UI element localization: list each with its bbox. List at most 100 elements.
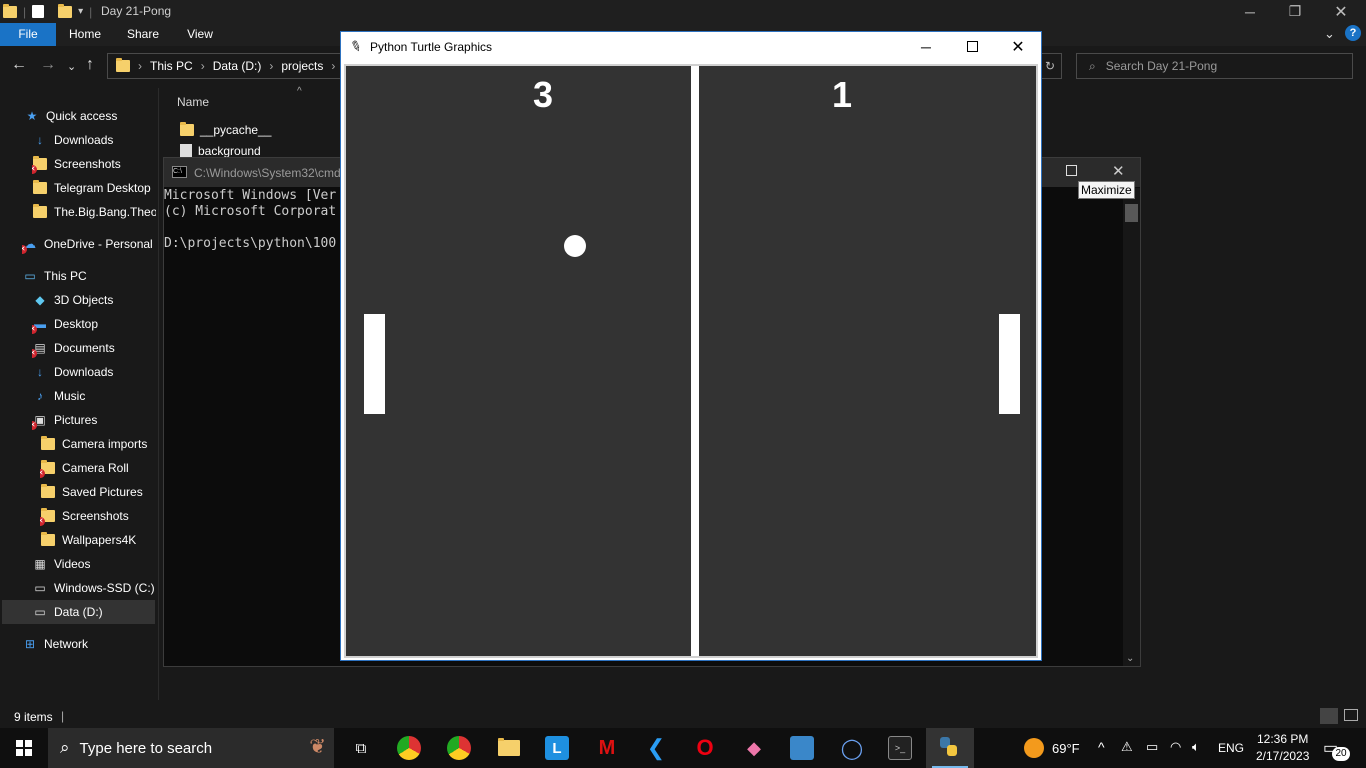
l-app-icon[interactable]: L [545,736,569,760]
minimize-button[interactable]: ─ [1227,0,1273,23]
nav-item-onedrive[interactable]: ☁ ✕ OneDrive - Personal [22,232,153,256]
breadcrumb-this-pc[interactable]: This PC [150,59,193,73]
back-arrow-icon[interactable]: ← [11,56,27,74]
folder-icon: ✕ [40,508,56,526]
nav-item-videos[interactable]: ▦ Videos [32,552,90,576]
nav-item-telegram[interactable]: Telegram Desktop [32,176,151,200]
tab-home[interactable]: Home [60,23,110,46]
language-indicator[interactable]: ENG [1218,741,1244,755]
clock-time[interactable]: 12:36 PM [1257,732,1308,746]
document-icon: ▤ ✕ [32,340,48,358]
signal-icon[interactable]: ◯ [839,736,865,760]
photos-icon[interactable] [790,736,814,760]
expand-ribbon-icon[interactable]: ⌄ [1324,26,1335,42]
nav-item-camera-roll[interactable]: ✕ Camera Roll [40,456,129,480]
taskbar-search-input[interactable]: ⌕ Type here to search ❦ [48,728,334,768]
cmd-scrollbar[interactable]: ⌄ [1123,188,1140,666]
maximize-button[interactable] [949,32,995,61]
nav-item-downloads-pc[interactable]: ↓ Downloads [32,360,113,384]
close-button[interactable]: ✕ [995,32,1041,61]
breadcrumb-separator: › [331,59,336,73]
close-button[interactable]: ✕ [1318,0,1364,23]
show-hidden-icons-icon[interactable]: ^ [1098,739,1105,755]
file-explorer-icon[interactable] [496,736,522,760]
notification-app-icon[interactable]: ⚠ [1121,739,1133,755]
restore-button[interactable]: ❐ [1272,0,1318,23]
computer-icon: ▭ [24,269,36,283]
clock-date[interactable]: 2/17/2023 [1256,749,1309,763]
game-canvas[interactable]: 3 1 [344,64,1038,658]
nav-item-pictures[interactable]: ▣ ✕ Pictures [32,408,97,432]
search-placeholder: Search Day 21-Pong [1105,59,1218,73]
breadcrumb-separator: › [200,59,205,73]
maximize-icon[interactable] [1066,165,1077,176]
breadcrumb-data-d[interactable]: Data (D:) [213,59,262,73]
search-input[interactable]: ⌕ Search Day 21-Pong [1076,53,1353,79]
nav-item-documents[interactable]: ▤ ✕ Documents [32,336,115,360]
explorer-window-title: Day 21-Pong [101,4,172,18]
recent-locations-icon[interactable]: ⌄ [67,60,76,73]
folder-icon [40,532,56,548]
nav-item-music[interactable]: ♪ Music [32,384,85,408]
help-icon[interactable]: ? [1345,25,1361,41]
up-arrow-icon[interactable]: ↑ [86,56,94,74]
nav-item-desktop[interactable]: ▬ ✕ Desktop [32,312,98,336]
mcafee-icon[interactable]: M [594,736,620,760]
nav-item-bigbang[interactable]: The.Big.Bang.Theor [32,200,156,224]
folder-icon: ✕ [40,460,56,478]
tab-file[interactable]: File [0,23,56,46]
pane-divider[interactable] [158,88,159,700]
refresh-icon[interactable]: ↻ [1045,59,1055,73]
battery-icon[interactable]: ▭ [1146,739,1158,755]
task-view-icon[interactable]: ⧉ [348,736,374,760]
nav-item-3d-objects[interactable]: ◆ 3D Objects [32,288,113,312]
nav-item-windows-ssd[interactable]: ▭ Windows-SSD (C:) [32,576,154,600]
windows-start-icon[interactable] [16,740,32,756]
forward-arrow-icon[interactable]: → [40,56,56,74]
nav-item-wallpapers[interactable]: Wallpapers4K [40,528,136,552]
customize-toolbar-icon[interactable]: ▾ [78,6,83,17]
chrome-profile-icon[interactable] [447,736,471,760]
right-score: 1 [831,74,853,115]
large-icons-view-icon[interactable] [1344,709,1358,721]
minimize-button[interactable]: ─ [903,32,949,61]
properties-icon[interactable] [32,5,45,18]
nav-label: Data (D:) [54,605,103,619]
volume-icon[interactable]: 🔈︎ [1192,739,1200,755]
vscode-icon[interactable]: ❮ [643,735,669,760]
column-header-name[interactable]: Name [177,95,209,109]
nav-item-downloads[interactable]: ↓ Downloads [32,128,113,152]
terminal-icon[interactable]: >_ [888,736,912,760]
nav-item-screenshots[interactable]: ✕ Screenshots [32,152,121,176]
details-view-icon[interactable] [1320,708,1338,724]
nav-item-quick-access[interactable]: ★ Quick access [24,104,118,128]
wifi-icon[interactable]: ◠ [1170,739,1181,755]
git-icon[interactable]: ◆ [741,736,767,760]
folder-icon [32,180,48,196]
nav-item-network[interactable]: ⊞ Network [22,632,88,656]
scroll-down-icon[interactable]: ⌄ [1126,653,1134,664]
nav-item-screenshots-pictures[interactable]: ✕ Screenshots [40,504,129,528]
weather-temperature[interactable]: 69°F [1052,741,1080,756]
turtle-window[interactable]: ✎ Python Turtle Graphics ─ ✕ 3 1 [340,31,1042,661]
network-icon: ⊞ [24,637,36,651]
nav-label: Wallpapers4K [62,533,137,547]
weather-sun-icon[interactable] [1024,738,1044,758]
new-folder-icon[interactable] [58,3,73,18]
nav-item-camera-imports[interactable]: Camera imports [40,432,147,456]
file-item[interactable]: __pycache__ [180,120,271,140]
python-taskbar-item[interactable] [926,728,974,768]
nav-item-data-d[interactable]: ▭ Data (D:) [2,600,155,624]
tab-view[interactable]: View [175,23,225,46]
tab-share[interactable]: Share [118,23,168,46]
left-score: 3 [532,74,554,115]
chrome-icon[interactable] [397,736,421,760]
scrollbar-thumb[interactable] [1125,204,1138,222]
turtle-title-bar[interactable]: ✎ Python Turtle Graphics ─ ✕ [341,32,1041,61]
separator: | [23,4,27,19]
nav-item-this-pc[interactable]: ▭ This PC [22,264,86,288]
opera-icon[interactable]: O [692,735,718,760]
close-icon[interactable]: ✕ [1112,162,1125,180]
breadcrumb-projects[interactable]: projects [281,59,323,73]
nav-item-saved-pictures[interactable]: Saved Pictures [40,480,143,504]
